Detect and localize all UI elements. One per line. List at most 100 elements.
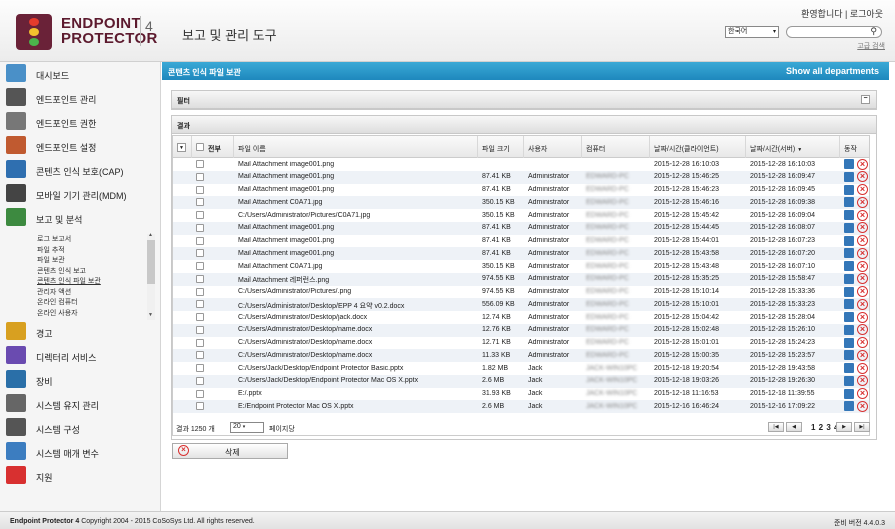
row-checkbox[interactable] [196, 338, 204, 347]
table-row[interactable]: C:/Users/Administrator/Desktop/EPP 4 요약 … [173, 298, 869, 311]
delete-icon[interactable]: × [857, 298, 868, 310]
sidebar-item[interactable]: 디렉터리 서비스 [0, 344, 161, 368]
first-page-button[interactable]: |◀ [768, 422, 784, 432]
collapse-toggle[interactable]: − [861, 95, 870, 104]
column-menu[interactable]: ▼ [173, 136, 192, 158]
save-icon[interactable] [844, 401, 854, 412]
filter-header[interactable]: 필터 − [172, 91, 876, 109]
search-input[interactable]: ⚲ [786, 26, 882, 38]
save-icon[interactable] [844, 388, 854, 399]
row-checkbox[interactable] [196, 274, 204, 283]
next-page-button[interactable]: ▶ [836, 422, 852, 432]
delete-icon[interactable]: × [857, 349, 868, 361]
sidebar-item[interactable]: 장비 [0, 368, 161, 392]
delete-icon[interactable]: × [857, 388, 868, 399]
save-icon[interactable] [844, 210, 854, 220]
delete-icon[interactable]: × [857, 286, 868, 297]
sidebar-item[interactable]: 시스템 구성 [0, 416, 161, 440]
delete-icon[interactable]: × [857, 400, 868, 412]
delete-icon[interactable]: × [857, 235, 868, 246]
delete-icon[interactable]: × [857, 273, 868, 285]
row-checkbox[interactable] [196, 364, 204, 372]
sidebar-subitem[interactable]: 파일 추적 [37, 245, 65, 255]
sidebar-subitem[interactable]: 로그 보고서 [37, 234, 71, 244]
sidebar-subitem[interactable]: 관리자 액션 [37, 287, 71, 297]
delete-icon[interactable]: × [857, 171, 868, 183]
sidebar-item[interactable]: 보고 및 분석 [0, 206, 161, 230]
save-icon[interactable] [844, 299, 854, 310]
select-all-checkbox[interactable] [196, 143, 204, 151]
row-checkbox[interactable] [196, 402, 204, 411]
table-row[interactable]: E:/Endpoint Protector Mac OS X.pptx 2.6 M… [173, 400, 869, 413]
table-row[interactable]: Mail Attachment image001.png 87.41 KB Admi… [173, 235, 869, 248]
save-icon[interactable] [844, 324, 854, 335]
column-server-datetime[interactable]: 날짜/시간(서버) ▼ [746, 136, 840, 158]
row-checkbox[interactable] [196, 300, 204, 309]
sidebar-item[interactable]: 시스템 매개 변수 [0, 440, 161, 464]
table-row[interactable]: C:/Users/Administrator/Desktop/jack.docx… [173, 311, 869, 324]
show-all-departments-link[interactable]: Show all departments [786, 66, 879, 76]
table-row[interactable]: E:/.pptx 31.93 KB Jack JACK-WIN10PC 2015-12-… [173, 388, 869, 401]
delete-icon[interactable]: × [857, 311, 868, 323]
row-checkbox[interactable] [196, 198, 204, 207]
save-icon[interactable] [844, 197, 854, 208]
delete-icon[interactable]: × [857, 158, 868, 170]
column-file-size[interactable]: 파일 크기 [478, 136, 524, 158]
scroll-up-icon[interactable]: ▲ [148, 232, 153, 238]
sidebar-item[interactable]: 엔드포인트 권한 [0, 110, 161, 134]
table-row[interactable]: C:/Users/Jack/Desktop/Endpoint Protector… [173, 374, 869, 388]
delete-icon[interactable]: × [857, 209, 868, 221]
save-icon[interactable] [844, 184, 854, 195]
row-checkbox[interactable] [196, 262, 204, 270]
column-file-name[interactable]: 파일 이름 [234, 136, 478, 158]
table-row[interactable]: C:/Users/Administrator/Desktop/name.docx… [173, 337, 869, 350]
table-row[interactable]: C:/Users/Administrator/Pictures/.png 974.… [173, 286, 869, 299]
table-row[interactable]: Mail Attachment image001.png 87.41 KB Admi… [173, 221, 869, 235]
save-icon[interactable] [844, 337, 854, 348]
select-all-header[interactable]: 전부 [192, 136, 234, 158]
table-row[interactable]: C:/Users/Administrator/Desktop/name.docx… [173, 323, 869, 337]
table-row[interactable]: Mail Attachment C0A71.jpg 350.15 KB Admini… [173, 260, 869, 273]
column-client-datetime[interactable]: 날짜/시간(클라이언트) [650, 136, 746, 158]
sidebar-subitem[interactable]: 콘텐츠 인식 파일 보관 [37, 276, 101, 286]
save-icon[interactable] [844, 248, 854, 259]
column-computer[interactable]: 컴퓨터 [582, 136, 650, 158]
prev-page-button[interactable]: ◀ [786, 422, 802, 432]
scrollbar-thumb[interactable] [147, 240, 155, 284]
save-icon[interactable] [844, 222, 854, 233]
table-row[interactable]: Mail Attachment image001.png 87.41 KB Admi… [173, 247, 869, 260]
row-checkbox[interactable] [196, 287, 204, 296]
delete-icon[interactable]: × [857, 375, 868, 387]
table-row[interactable]: Mail Attachment image001.png 87.41 KB Admi… [173, 170, 869, 184]
per-page-select[interactable]: 20 ▾ [230, 422, 264, 433]
scroll-down-icon[interactable]: ▼ [148, 312, 153, 318]
save-icon[interactable] [844, 363, 854, 373]
sidebar-item[interactable]: 모바일 기기 관리(MDM) [0, 182, 161, 206]
row-checkbox[interactable] [196, 211, 204, 219]
table-row[interactable]: Mail Attachment image001.png 87.41 KB Admi… [173, 184, 869, 197]
save-icon[interactable] [844, 171, 854, 182]
delete-icon[interactable]: × [857, 260, 868, 272]
delete-icon[interactable]: × [857, 337, 868, 348]
row-checkbox[interactable] [196, 223, 204, 232]
welcome-logout-link[interactable]: 환영합니다 | 로그아웃 [801, 7, 883, 20]
table-row[interactable]: C:/Users/Administrator/Desktop/name.docx… [173, 349, 869, 362]
row-checkbox[interactable] [196, 160, 204, 168]
sidebar-item[interactable]: 콘텐츠 인식 보호(CAP) [0, 158, 161, 182]
table-row[interactable]: C:/Users/Administrator/Pictures/C0A71.jp… [173, 209, 869, 222]
column-user[interactable]: 사용자 [524, 136, 582, 158]
row-checkbox[interactable] [196, 376, 204, 385]
sidebar-item[interactable]: 지원 [0, 464, 161, 488]
row-checkbox[interactable] [196, 185, 204, 194]
row-checkbox[interactable] [196, 325, 204, 334]
table-row[interactable]: Mail Attachment image001.png 2015-12-28 1… [173, 158, 869, 171]
delete-icon[interactable]: × [857, 184, 868, 195]
table-row[interactable]: Mail Attachment C0A71.jpg 350.15 KB Admini… [173, 196, 869, 209]
save-icon[interactable] [844, 312, 854, 322]
save-icon[interactable] [844, 273, 854, 284]
row-checkbox[interactable] [196, 236, 204, 245]
sidebar-subitem[interactable]: 온라인 컴퓨터 [37, 297, 78, 307]
column-menu-icon[interactable]: ▼ [177, 143, 186, 152]
save-icon[interactable] [844, 159, 854, 169]
delete-icon[interactable]: × [857, 362, 868, 374]
